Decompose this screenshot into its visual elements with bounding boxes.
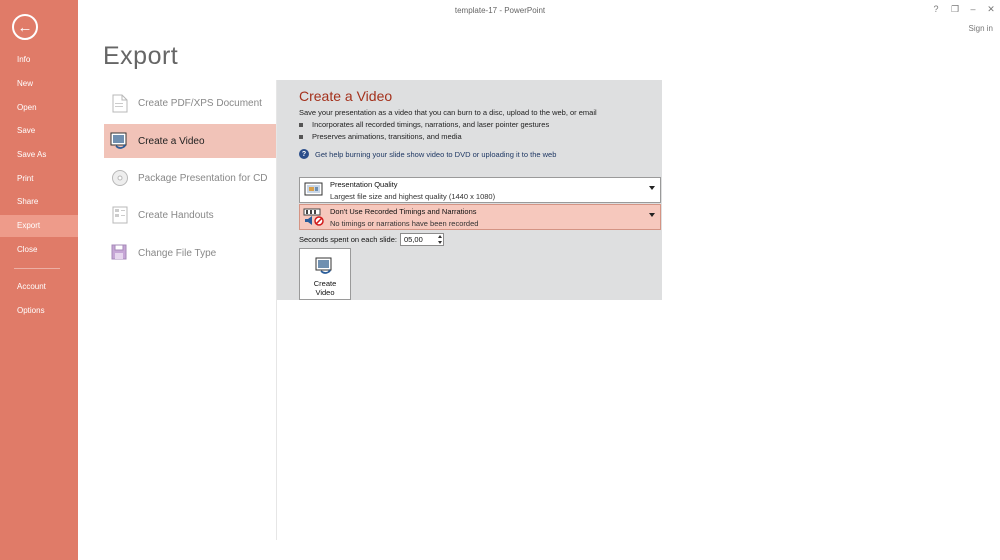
export-option-label: Create a Video xyxy=(138,135,205,147)
video-icon xyxy=(110,131,130,151)
sidebar-divider xyxy=(14,268,60,269)
create-video-panel: Create a Video Save your presentation as… xyxy=(277,80,662,300)
bullet-text: Preserves animations, transitions, and m… xyxy=(312,132,462,141)
export-option-package-cd[interactable]: Package Presentation for CD xyxy=(104,161,276,195)
help-link-text: Get help burning your slide show video t… xyxy=(315,149,557,159)
help-link[interactable]: ? Get help burning your slide show video… xyxy=(299,149,556,159)
panel-description: Save your presentation as a video that y… xyxy=(299,108,597,117)
page-title: Export xyxy=(103,42,179,70)
sign-in-link[interactable]: Sign in xyxy=(969,24,993,33)
monitor-quality-icon xyxy=(303,181,325,199)
sidebar-item-account[interactable]: Account xyxy=(0,276,78,298)
close-icon[interactable]: ✕ xyxy=(984,4,998,15)
bullet-text: Incorporates all recorded timings, narra… xyxy=(312,120,550,129)
chevron-down-icon xyxy=(649,213,655,217)
ribbon-display-icon[interactable]: ❐ xyxy=(948,4,962,15)
dropdown-subtitle: No timings or narrations have been recor… xyxy=(330,219,479,228)
seconds-spinner[interactable] xyxy=(436,234,443,245)
sidebar-item-print[interactable]: Print xyxy=(0,168,78,190)
sidebar-item-export[interactable]: Export xyxy=(0,215,78,237)
narration-disabled-icon xyxy=(303,208,325,226)
sidebar-item-open[interactable]: Open xyxy=(0,97,78,119)
file-type-icon xyxy=(110,243,130,263)
pdf-document-icon xyxy=(110,93,130,113)
bullet-item: Preserves animations, transitions, and m… xyxy=(299,132,462,141)
sidebar-item-close[interactable]: Close xyxy=(0,239,78,261)
export-option-handouts[interactable]: Create Handouts xyxy=(104,198,276,232)
export-option-label: Package Presentation for CD xyxy=(138,172,268,184)
create-video-button-label: Create Video xyxy=(313,279,337,297)
sidebar-item-options[interactable]: Options xyxy=(0,300,78,322)
question-mark-icon: ? xyxy=(299,149,309,159)
dropdown-title: Don't Use Recorded Timings and Narration… xyxy=(330,207,477,216)
presentation-quality-dropdown[interactable]: Presentation Quality Largest file size a… xyxy=(299,177,661,203)
seconds-per-slide-label: Seconds spent on each slide: xyxy=(299,235,397,244)
dropdown-subtitle: Largest file size and highest quality (1… xyxy=(330,192,496,201)
backstage-sidebar: ← Info New Open Save Save As Print Share… xyxy=(0,0,78,560)
export-option-pdf-xps[interactable]: Create PDF/XPS Document xyxy=(104,86,276,120)
sidebar-item-share[interactable]: Share xyxy=(0,191,78,213)
sidebar-item-info[interactable]: Info xyxy=(0,49,78,71)
export-option-label: Create PDF/XPS Document xyxy=(138,97,262,109)
export-option-create-video[interactable]: Create a Video xyxy=(104,124,276,158)
export-option-change-file-type[interactable]: Change File Type xyxy=(104,236,276,270)
video-icon xyxy=(315,256,335,276)
recorded-timings-dropdown[interactable]: Don't Use Recorded Timings and Narration… xyxy=(299,204,661,230)
export-option-label: Change File Type xyxy=(138,247,217,259)
bullet-square-icon xyxy=(299,134,303,139)
help-icon[interactable]: ? xyxy=(929,4,943,14)
chevron-down-icon xyxy=(649,186,655,190)
export-option-label: Create Handouts xyxy=(138,209,214,221)
panel-title: Create a Video xyxy=(299,88,393,104)
sidebar-item-save[interactable]: Save xyxy=(0,120,78,142)
back-arrow-icon[interactable]: ← xyxy=(12,14,38,40)
cd-package-icon xyxy=(110,168,130,188)
dropdown-title: Presentation Quality xyxy=(330,180,398,189)
bullet-item: Incorporates all recorded timings, narra… xyxy=(299,120,549,129)
sidebar-item-new[interactable]: New xyxy=(0,73,78,95)
handouts-icon xyxy=(110,205,130,225)
window-title: template-17 - PowerPoint xyxy=(454,6,546,15)
minimize-icon[interactable]: – xyxy=(966,4,980,14)
sidebar-item-save-as[interactable]: Save As xyxy=(0,144,78,166)
create-video-button[interactable]: Create Video xyxy=(299,248,351,300)
bullet-square-icon xyxy=(299,122,303,127)
spin-down-icon[interactable] xyxy=(436,240,443,246)
